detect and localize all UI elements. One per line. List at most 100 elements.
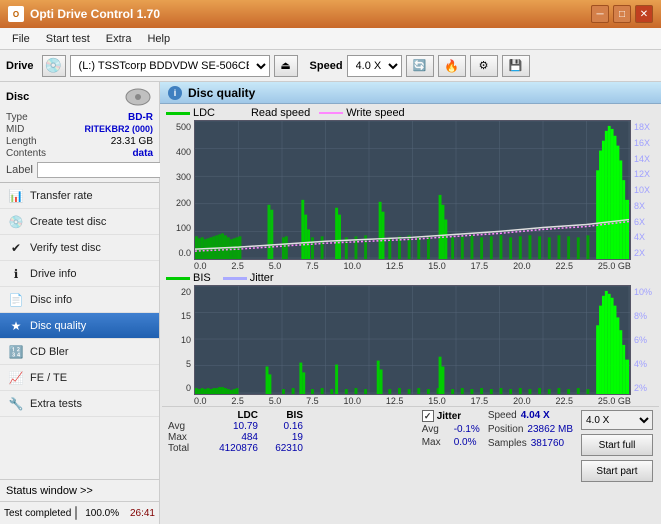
drive-select[interactable]: (L:) TSSTcorp BDDVDW SE-506CB TS02 xyxy=(70,55,270,77)
disc-quality-icon: ★ xyxy=(8,318,24,334)
panel-header: i Disc quality xyxy=(160,82,661,104)
nav-verify-test-disc[interactable]: ✔ Verify test disc xyxy=(0,235,159,261)
disc-label-key: Label xyxy=(6,164,33,176)
status-window-button[interactable]: Status window >> xyxy=(0,480,159,502)
buttons-section: 4.0 X Start full Start part xyxy=(581,410,653,482)
jitter-max-val: 0.0% xyxy=(454,437,477,448)
chart2-x-axis: 0.0 2.5 5.0 7.5 10.0 12.5 15.0 17.5 20.0… xyxy=(162,396,659,406)
disc-section-title: Disc xyxy=(6,91,29,103)
bis-color xyxy=(166,277,190,280)
drive-info-icon: ℹ xyxy=(8,266,24,282)
chart2-area xyxy=(194,285,631,395)
position-value: 23862 MB xyxy=(527,424,573,435)
disc-type-row: Type BD-R xyxy=(6,112,153,123)
total-label: Total xyxy=(168,443,203,454)
nav-disc-quality[interactable]: ★ Disc quality xyxy=(0,313,159,339)
toolbar: Drive 💿 (L:) TSSTcorp BDDVDW SE-506CB TS… xyxy=(0,50,661,82)
chart2-svg xyxy=(195,286,630,394)
fe-te-icon: 📈 xyxy=(8,370,24,386)
content-panel: i Disc quality LDC Read speed xyxy=(160,82,661,524)
jitter-label: Jitter xyxy=(437,411,461,422)
legend-bis-label: BIS xyxy=(193,272,211,284)
progress-pct: 100.0% xyxy=(81,508,119,519)
refresh-button[interactable]: 🔄 xyxy=(406,55,434,77)
menu-extra[interactable]: Extra xyxy=(98,31,140,47)
speed-value: 4.04 X xyxy=(521,410,550,421)
minimize-button[interactable]: ─ xyxy=(591,5,609,23)
chart1-y-left: 500 400 300 200 100 0.0 xyxy=(162,120,194,260)
chart2-y-left: 20 15 10 5 0 xyxy=(162,285,194,395)
nav-transfer-rate-label: Transfer rate xyxy=(30,190,93,202)
jitter-checkbox[interactable]: ✓ xyxy=(422,410,434,422)
menu-file[interactable]: File xyxy=(4,31,38,47)
speed-select[interactable]: 4.0 X xyxy=(347,55,402,77)
menu-help[interactable]: Help xyxy=(139,31,178,47)
chart2-legend: BIS Jitter xyxy=(162,271,659,285)
max-label: Max xyxy=(168,432,203,443)
stats-total-row: Total 4120876 62310 xyxy=(168,443,414,454)
drive-label: Drive xyxy=(6,60,34,72)
panel-header-icon: i xyxy=(168,86,182,100)
chart1-legend: LDC Read speed Write speed xyxy=(162,106,659,120)
legend-read-label: Read speed xyxy=(251,107,310,119)
nav-drive-info-label: Drive info xyxy=(30,268,76,280)
window-controls: ─ □ ✕ xyxy=(591,5,653,23)
maximize-button[interactable]: □ xyxy=(613,5,631,23)
start-part-button[interactable]: Start part xyxy=(581,460,653,482)
chart1-x-axis: 0.0 2.5 5.0 7.5 10.0 12.5 15.0 17.5 20.0… xyxy=(162,261,659,271)
app-icon: O xyxy=(8,6,24,22)
disc-info-icon: 📄 xyxy=(8,292,24,308)
status-bar: Status window >> Test completed 100.0% 2… xyxy=(0,479,159,524)
speed-select-bottom[interactable]: 4.0 X xyxy=(581,410,653,430)
app-title: Opti Drive Control 1.70 xyxy=(30,7,591,21)
save-button[interactable]: 💾 xyxy=(502,55,530,77)
panel-title: Disc quality xyxy=(188,86,255,100)
nav-disc-info-label: Disc info xyxy=(30,294,72,306)
chart1-y-right: 18X 16X 14X 12X 10X 8X 6X 4X 2X xyxy=(631,120,659,260)
nav-fe-te[interactable]: 📈 FE / TE xyxy=(0,365,159,391)
status-window-label: Status window >> xyxy=(6,485,93,497)
chart1-area xyxy=(194,120,631,260)
disc-label-input[interactable] xyxy=(37,162,175,178)
progress-time: 26:41 xyxy=(123,508,155,519)
disc-type-value: BD-R xyxy=(128,112,153,123)
status-text: Test completed xyxy=(4,508,71,519)
legend-bis: BIS xyxy=(166,272,211,284)
start-full-button[interactable]: Start full xyxy=(581,434,653,456)
drive-icon-btn: 💿 xyxy=(42,55,66,77)
nav-extra-tests[interactable]: 🔧 Extra tests xyxy=(0,391,159,417)
max-ldc: 484 xyxy=(203,432,258,443)
nav-transfer-rate[interactable]: 📊 Transfer rate xyxy=(0,183,159,209)
close-button[interactable]: ✕ xyxy=(635,5,653,23)
disc-label-row: Label 🔍 xyxy=(6,162,153,178)
disc-panel-icon xyxy=(123,86,153,108)
jitter-color xyxy=(223,277,247,280)
eject-button[interactable]: ⏏ xyxy=(274,55,298,77)
nav-cd-bler[interactable]: 🔢 CD Bler xyxy=(0,339,159,365)
legend-ldc: LDC xyxy=(166,107,215,119)
disc-contents-label: Contents xyxy=(6,148,46,159)
disc-length-row: Length 23.31 GB xyxy=(6,136,153,147)
nav-create-test-disc[interactable]: 💿 Create test disc xyxy=(0,209,159,235)
jitter-header: ✓ Jitter xyxy=(422,410,480,422)
menu-start-test[interactable]: Start test xyxy=(38,31,98,47)
position-label: Position xyxy=(488,424,524,435)
disc-length-value: 23.31 GB xyxy=(111,136,153,147)
write-speed-color xyxy=(319,112,343,114)
nav-cd-bler-label: CD Bler xyxy=(30,346,69,358)
nav-create-test-disc-label: Create test disc xyxy=(30,216,106,228)
burn-button[interactable]: 🔥 xyxy=(438,55,466,77)
cd-bler-icon: 🔢 xyxy=(8,344,24,360)
disc-contents-value: data xyxy=(132,148,153,159)
nav-disc-info[interactable]: 📄 Disc info xyxy=(0,287,159,313)
jitter-empty-row xyxy=(422,450,480,461)
nav-verify-test-disc-label: Verify test disc xyxy=(30,242,101,254)
chart1-wrapper: 500 400 300 200 100 0.0 xyxy=(162,120,659,260)
read-speed-color xyxy=(224,112,248,114)
settings-button[interactable]: ⚙ xyxy=(470,55,498,77)
extra-tests-icon: 🔧 xyxy=(8,396,24,412)
speed-label: Speed xyxy=(310,60,343,72)
jitter-section: ✓ Jitter Avg -0.1% Max 0.0% xyxy=(422,410,480,461)
nav-drive-info[interactable]: ℹ Drive info xyxy=(0,261,159,287)
avg-label: Avg xyxy=(168,421,203,432)
